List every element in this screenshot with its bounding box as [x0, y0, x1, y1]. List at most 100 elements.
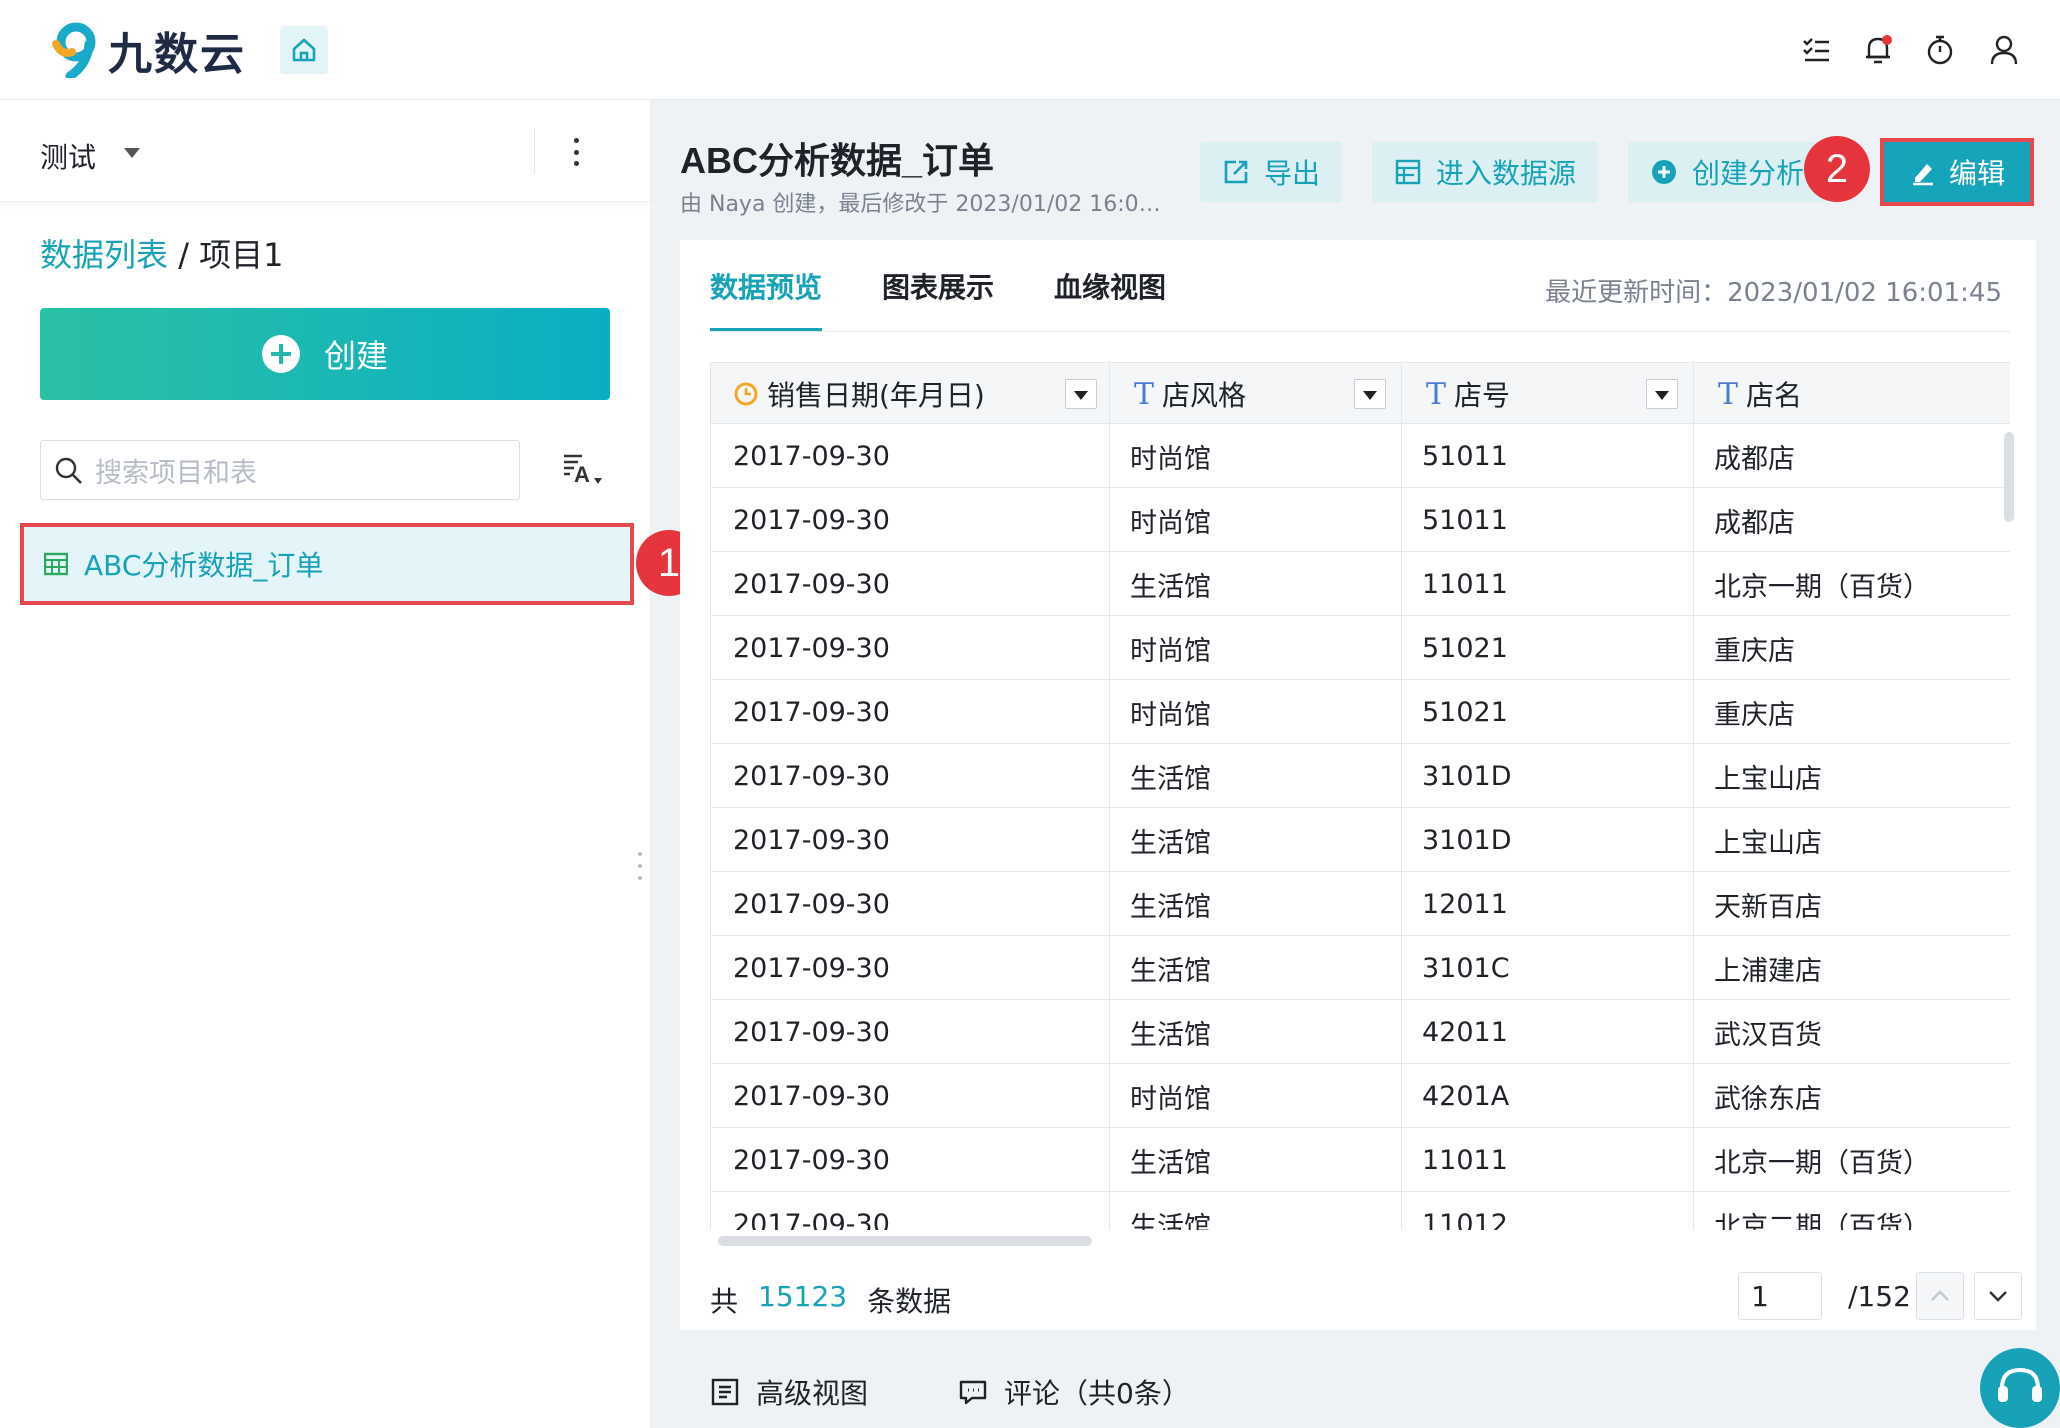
table-cell: 51021 [1402, 616, 1694, 680]
column-header-sales-date[interactable]: 销售日期(年月日) [710, 363, 1110, 425]
notification-button[interactable] [1858, 30, 1898, 70]
chat-support-button[interactable] [1980, 1348, 2060, 1428]
table-cell: 时尚馆 [1110, 424, 1402, 488]
table-row[interactable]: 2017-09-30 生活馆 11011 北京一期（百货） [710, 1128, 2010, 1192]
table-cell: 2017-09-30 [710, 808, 1110, 872]
last-updated: 最近更新时间：2023/01/02 16:01:45 [1545, 278, 2002, 308]
table-row[interactable]: 2017-09-30 生活馆 12011 天新百店 [710, 872, 2010, 936]
caret-down-icon[interactable] [124, 148, 140, 158]
table-row[interactable]: 2017-09-30 生活馆 3101C 上浦建店 [710, 936, 2010, 1000]
search-input[interactable]: 搜索项目和表 [40, 440, 520, 500]
edit-button[interactable]: 编辑 [1880, 138, 2034, 206]
vertical-scrollbar[interactable] [2004, 432, 2014, 522]
table-row[interactable]: 2017-09-30 生活馆 42011 武汉百货 [710, 1000, 2010, 1064]
export-icon [1224, 160, 1248, 184]
advanced-view-button[interactable]: 高级视图 [710, 1372, 868, 1412]
home-icon [292, 38, 316, 62]
logo[interactable]: 九数云 [52, 22, 246, 80]
column-dropdown-icon[interactable] [1065, 379, 1097, 409]
tab-data-preview[interactable]: 数据预览 [710, 240, 823, 332]
export-button[interactable]: 导出 [1200, 142, 1342, 202]
table-row[interactable]: 2017-09-30 生活馆 11012 北京二期（百货） [710, 1192, 2010, 1230]
datasource-icon [1395, 159, 1421, 185]
column-dropdown-icon[interactable] [1354, 379, 1386, 409]
table-cell: 11011 [1402, 1128, 1694, 1192]
column-header-store-no[interactable]: T 店号 [1402, 363, 1694, 425]
user-button[interactable] [1984, 30, 2024, 70]
timer-button[interactable] [1920, 30, 1960, 70]
table-cell: 生活馆 [1110, 808, 1402, 872]
table-cell: 生活馆 [1110, 552, 1402, 616]
tab-chart-display[interactable]: 图表展示 [882, 240, 994, 332]
data-panel: 数据预览 图表展示 血缘视图 最近更新时间：2023/01/02 16:01:4… [680, 240, 2036, 1330]
task-list-icon [1803, 38, 1829, 62]
sort-icon[interactable]: A [562, 450, 606, 490]
breadcrumb-root[interactable]: 数据列表 [40, 236, 168, 274]
create-analysis-button[interactable]: 创建分析 [1628, 142, 1828, 202]
create-label: 创建 [323, 337, 388, 375]
column-header-store-name[interactable]: T 店名 [1694, 363, 2010, 425]
create-button[interactable]: 创建 [40, 308, 610, 400]
more-icon[interactable] [566, 134, 586, 170]
table-row[interactable]: 2017-09-30 生活馆 3101D 上宝山店 [710, 744, 2010, 808]
table-cell: 时尚馆 [1110, 1064, 1402, 1128]
project-selector[interactable]: 测试 [40, 136, 96, 176]
enter-datasource-button[interactable]: 进入数据源 [1372, 142, 1598, 202]
breadcrumb-separator: / [168, 236, 200, 274]
table-cell: 2017-09-30 [710, 616, 1110, 680]
page-number-input[interactable]: 1 [1738, 1272, 1822, 1320]
row-count: 共 15123 条数据 [710, 1280, 952, 1318]
prev-page-button[interactable] [1916, 1272, 1964, 1320]
table-cell: 2017-09-30 [710, 1192, 1110, 1230]
table-row[interactable]: 2017-09-30 时尚馆 51011 成都店 [710, 424, 2010, 488]
table-cell: 2017-09-30 [710, 936, 1110, 1000]
horizontal-scrollbar[interactable] [718, 1236, 1092, 1246]
task-list-button[interactable] [1796, 30, 1836, 70]
table-cell: 51021 [1402, 680, 1694, 744]
table-cell: 时尚馆 [1110, 616, 1402, 680]
table-row[interactable]: 2017-09-30 时尚馆 51011 成都店 [710, 488, 2010, 552]
table-row[interactable]: 2017-09-30 时尚馆 51021 重庆店 [710, 680, 2010, 744]
table-cell: 时尚馆 [1110, 680, 1402, 744]
table-cell: 2017-09-30 [710, 744, 1110, 808]
table-cell: 2017-09-30 [710, 1064, 1110, 1128]
table-cell: 北京一期（百货） [1714, 571, 1930, 603]
resize-handle[interactable] [638, 852, 644, 880]
table-cell: 42011 [1402, 1000, 1694, 1064]
comments-button[interactable]: 评论（共0条） [958, 1372, 1190, 1412]
breadcrumb: 数据列表 / 项目1 [40, 230, 284, 276]
table-cell: 2017-09-30 [710, 680, 1110, 744]
comment-icon [959, 1380, 987, 1405]
table-cell: 2017-09-30 [710, 488, 1110, 552]
table-row[interactable]: 2017-09-30 生活馆 11011 北京一期（百货） [710, 552, 2010, 616]
table-cell: 北京二期（百货） [1714, 1211, 1930, 1231]
table-row[interactable]: 2017-09-30 生活馆 3101D 上宝山店 [710, 808, 2010, 872]
home-button[interactable] [280, 26, 328, 74]
sidebar-header: 测试 [0, 100, 650, 202]
table-header: 销售日期(年月日) T 店风格 T 店号 T 店名 [710, 362, 2010, 425]
column-header-store-style[interactable]: T 店风格 [1110, 363, 1402, 425]
user-icon [1990, 35, 2018, 65]
sidebar-item-table[interactable]: ABC分析数据_订单 [20, 523, 634, 605]
search-placeholder: 搜索项目和表 [95, 457, 257, 489]
svg-text:A: A [574, 462, 590, 487]
table-cell: 天新百店 [1714, 891, 1822, 923]
table-cell: 51011 [1402, 488, 1694, 552]
table-cell: 2017-09-30 [710, 1128, 1110, 1192]
table-row[interactable]: 2017-09-30 时尚馆 51021 重庆店 [710, 616, 2010, 680]
table-cell: 上浦建店 [1714, 955, 1822, 987]
table-cell: 武汉百货 [1714, 1019, 1822, 1051]
tab-bar: 数据预览 图表展示 血缘视图 [710, 240, 1226, 332]
sidebar: 测试 数据列表 / 项目1 创建 搜索项目和表 A ABC分析数据_订单 [0, 100, 650, 1428]
table-cell: 北京一期（百货） [1714, 1147, 1930, 1179]
table-cell: 4201A [1402, 1064, 1694, 1128]
tab-lineage-view[interactable]: 血缘视图 [1054, 240, 1166, 332]
column-dropdown-icon[interactable] [1646, 379, 1678, 409]
app-name: 九数云 [108, 29, 246, 80]
next-page-button[interactable] [1974, 1272, 2022, 1320]
table-row[interactable]: 2017-09-30 时尚馆 4201A 武徐东店 [710, 1064, 2010, 1128]
table-cell: 时尚馆 [1110, 488, 1402, 552]
step-badge-2: 2 [1804, 136, 1870, 202]
page-title: ABC分析数据_订单 [680, 140, 995, 181]
page-subtitle: 由 Naya 创建，最后修改于 2023/01/02 16:01:45 [680, 192, 1170, 217]
